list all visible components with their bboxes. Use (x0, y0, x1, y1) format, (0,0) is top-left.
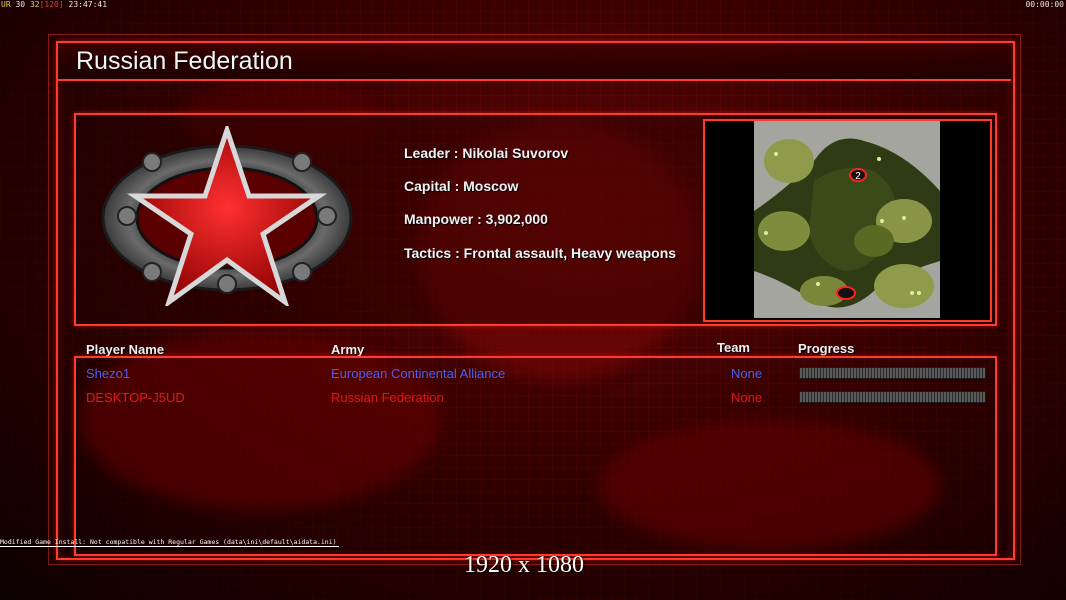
page-title: Russian Federation (76, 47, 293, 75)
hud-fps-c: [120] (39, 0, 64, 9)
header-player-name: Player Name (86, 342, 165, 357)
player-name: DESKTOP-J5UD (86, 390, 185, 405)
header-army: Army (331, 342, 365, 357)
map-preview: 2 (754, 121, 940, 318)
hud-timer: 00:00:00 (1025, 0, 1064, 9)
player-progress-bar (799, 391, 986, 403)
player-team: None (731, 390, 763, 405)
header-progress: Progress (798, 341, 855, 356)
loading-screen: UR 30 32[120] 23:47:41 00:00:00 Russian … (0, 0, 1066, 600)
mod-install-warning: Modified Game Install: Not compatible wi… (0, 538, 339, 547)
hud-fps-b: 32 (29, 0, 40, 9)
hud-prefix: UR (1, 0, 11, 9)
player-army: European Continental Alliance (331, 366, 506, 381)
player-start-marker-empty (836, 286, 856, 300)
faction-capital: Capital : Moscow (404, 178, 519, 194)
player-start-marker: 2 (849, 168, 867, 182)
debug-hud: UR 30 32[120] 23:47:41 00:00:00 (0, 0, 1066, 9)
resolution-label: 1920 x 1080 (464, 552, 584, 578)
player-name: Shezo1 (86, 366, 131, 381)
start-marker-label: 2 (855, 171, 861, 182)
debug-hud-left: UR 30 32[120] 23:47:41 (1, 0, 107, 9)
player-army: Russian Federation (331, 390, 444, 405)
red-star-emblem (101, 126, 353, 306)
faction-tactics: Tactics : Frontal assault, Heavy weapons (404, 245, 677, 261)
faction-manpower: Manpower : 3,902,000 (404, 211, 548, 227)
players-list-panel (74, 356, 997, 556)
faction-leader: Leader : Nikolai Suvorov (404, 145, 569, 161)
hud-clock: 23:47:41 (68, 0, 108, 9)
player-progress-bar (799, 367, 986, 379)
header-team: Team (717, 340, 750, 355)
player-team: None (731, 366, 763, 381)
hud-fps-a: 30 (15, 0, 26, 9)
